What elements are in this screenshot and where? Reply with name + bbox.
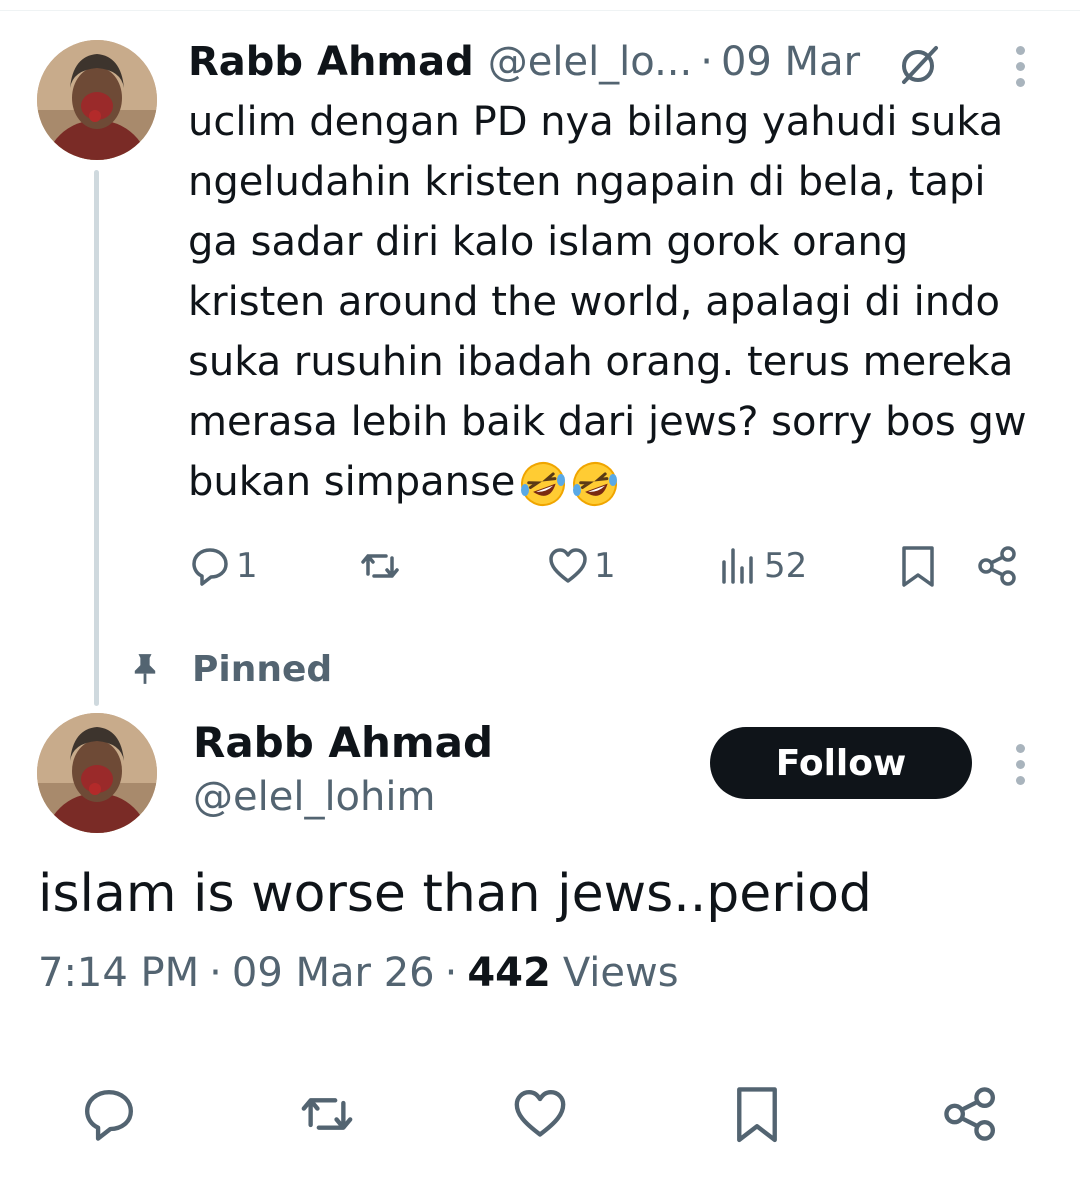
reply-icon bbox=[85, 1090, 133, 1141]
reply-author-name[interactable]: Rabb Ahmad bbox=[188, 39, 474, 85]
views-count: 52 bbox=[764, 546, 808, 586]
share-button[interactable] bbox=[937, 1080, 1005, 1148]
meta-separator: · bbox=[209, 950, 222, 996]
reply-icon bbox=[192, 548, 228, 586]
like-button[interactable] bbox=[506, 1080, 574, 1148]
more-options-icon[interactable] bbox=[1012, 744, 1028, 785]
main-tweet-text: islam is worse than jews..period bbox=[38, 864, 872, 924]
heart-icon bbox=[549, 548, 587, 583]
reply-body: uclim dengan PD nya bilang yahudi suka n… bbox=[188, 99, 1027, 505]
pinned-indicator: Pinned bbox=[132, 646, 332, 692]
reply-timestamp[interactable]: 09 Mar bbox=[721, 39, 860, 85]
reply-text: uclim dengan PD nya bilang yahudi suka n… bbox=[188, 92, 1048, 512]
tweet-meta: 7:14 PM · 09 Mar 26 · 442 Views bbox=[38, 950, 679, 996]
avatar-image bbox=[37, 40, 157, 160]
reply-button[interactable]: 1 bbox=[188, 538, 258, 594]
views-button[interactable]: 52 bbox=[716, 538, 807, 594]
thread-line bbox=[94, 170, 99, 706]
pin-icon bbox=[134, 654, 156, 684]
reply-count: 1 bbox=[236, 546, 258, 586]
header-separator: · bbox=[700, 39, 713, 85]
top-divider bbox=[0, 10, 1080, 11]
tweet-time[interactable]: 7:14 PM bbox=[38, 950, 199, 996]
retweet-button[interactable] bbox=[358, 538, 406, 594]
tweet-date[interactable]: 09 Mar 26 bbox=[232, 950, 435, 996]
grok-icon[interactable] bbox=[896, 40, 944, 88]
pinned-label: Pinned bbox=[192, 648, 333, 690]
retweet-icon bbox=[361, 554, 399, 578]
retweet-button[interactable] bbox=[293, 1080, 361, 1148]
like-button[interactable]: 1 bbox=[546, 538, 616, 594]
like-count: 1 bbox=[594, 546, 616, 586]
tweet-views-count: 442 bbox=[467, 950, 551, 996]
reply-author-handle[interactable]: @elel_lo... bbox=[488, 39, 692, 85]
meta-separator: · bbox=[444, 950, 458, 996]
avatar[interactable] bbox=[37, 40, 157, 160]
bookmark-icon bbox=[902, 546, 934, 587]
share-icon bbox=[944, 1087, 995, 1141]
main-author-handle[interactable]: @elel_lohim bbox=[193, 774, 435, 820]
reply-button[interactable] bbox=[75, 1080, 143, 1148]
heart-icon bbox=[514, 1090, 566, 1137]
bookmark-button[interactable] bbox=[723, 1080, 791, 1148]
laughing-emoji-icon bbox=[571, 460, 619, 508]
more-options-icon[interactable] bbox=[1012, 46, 1028, 87]
follow-button[interactable]: Follow bbox=[710, 727, 972, 799]
tweet-views-label: Views bbox=[562, 950, 679, 996]
retweet-icon bbox=[301, 1098, 353, 1130]
reply-actions: 1 1 52 bbox=[188, 538, 1038, 594]
share-button[interactable] bbox=[976, 538, 1020, 594]
main-author-name[interactable]: Rabb Ahmad bbox=[193, 718, 493, 767]
share-icon bbox=[978, 546, 1016, 586]
avatar-image bbox=[37, 713, 157, 833]
avatar[interactable] bbox=[37, 713, 157, 833]
bookmark-icon bbox=[737, 1087, 777, 1143]
main-actions bbox=[0, 1080, 1080, 1150]
bookmark-button[interactable] bbox=[896, 538, 940, 594]
reply-header: Rabb Ahmad @elel_lo... · 09 Mar bbox=[188, 36, 860, 88]
laughing-emoji-icon bbox=[519, 460, 567, 508]
analytics-icon bbox=[722, 548, 753, 584]
